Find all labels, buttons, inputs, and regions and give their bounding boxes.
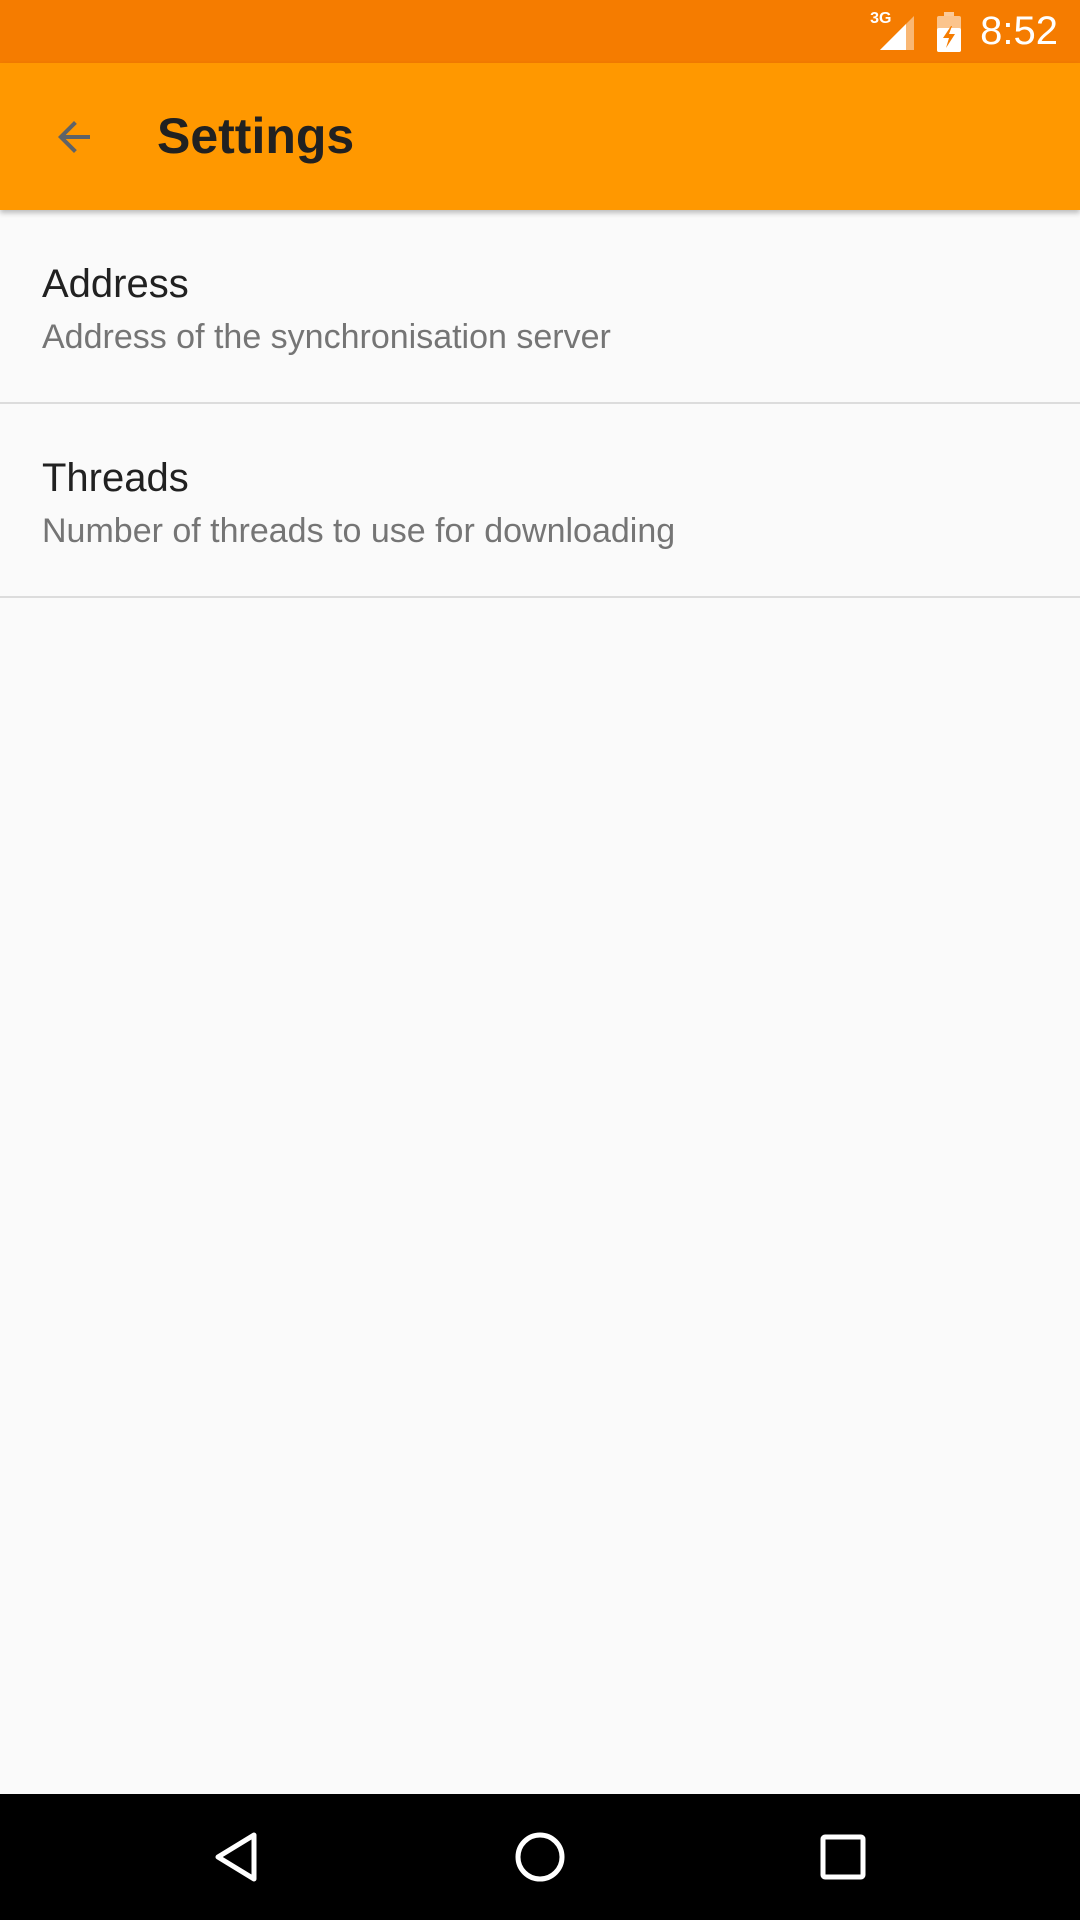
battery-charging-icon [936,11,962,52]
recents-square-icon [820,1834,866,1880]
nav-home-button[interactable] [500,1817,580,1897]
preference-threads[interactable]: Threads Number of threads to use for dow… [0,404,1080,598]
signal-icon: 3G [870,10,918,54]
preference-address[interactable]: Address Address of the synchronisation s… [0,210,1080,404]
nav-recents-button[interactable] [803,1817,883,1897]
page-title: Settings [157,108,355,164]
back-button[interactable] [32,104,116,170]
status-icons: 3G 8:52 [870,0,1058,63]
preference-title: Threads [42,456,189,500]
preference-summary: Number of threads to use for downloading [42,512,676,550]
app-bar: Settings [0,63,1080,210]
navigation-bar [0,1794,1080,1920]
back-triangle-icon [215,1832,257,1882]
clock: 8:52 [980,9,1058,53]
arrow-back-icon [58,121,90,153]
home-circle-icon [515,1832,565,1882]
status-bar: 3G 8:52 [0,0,1080,63]
preference-summary: Address of the synchronisation server [42,318,611,356]
nav-back-button[interactable] [196,1817,276,1897]
settings-list: Address Address of the synchronisation s… [0,210,1080,598]
preference-title: Address [42,262,189,306]
